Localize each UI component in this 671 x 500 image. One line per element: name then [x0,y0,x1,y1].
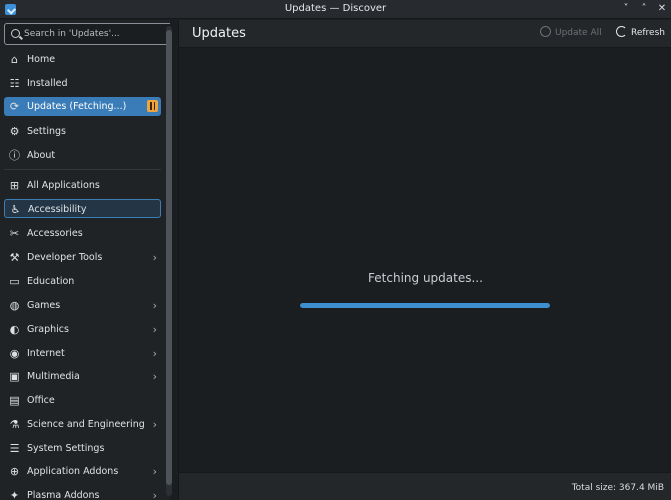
main-panel: Updates Update All Refresh Fetching upda… [178,20,671,500]
sidebar-item-label: Multimedia [27,371,80,382]
sidebar-item-updates[interactable]: ⟳ Updates (Fetching...) [4,97,161,116]
search-placeholder: Search in 'Updates'... [24,29,120,39]
application-addons-icon: ⊕ [9,465,20,478]
education-icon: ▭ [9,275,20,288]
fetching-status-text: Fetching updates... [368,271,483,285]
sidebar-item-label: About [27,150,56,161]
update-all-label: Update All [555,28,602,38]
sidebar-item-label: Internet [27,348,65,359]
title-bar: Updates — Discover ˅ ˄ ✕ [0,0,671,19]
page-footer: Total size: 367.4 MiB [179,472,671,500]
minimize-button[interactable]: ˅ [618,1,634,17]
sidebar-item-about[interactable]: ⓘ About [4,146,161,165]
sidebar-scrollbar[interactable] [166,26,172,496]
refresh-button[interactable]: Refresh [616,26,665,42]
sidebar-item-system-settings[interactable]: ☰ System Settings [4,439,161,458]
sidebar-item-label: Application Addons [27,466,119,477]
sidebar-item-label: Education [27,276,75,287]
sidebar-item-education[interactable]: ▭ Education [4,272,161,291]
sidebar-scrollbar-thumb[interactable] [166,30,172,485]
sidebar-item-multimedia[interactable]: ▣ Multimedia › [4,367,161,386]
chevron-right-icon: › [152,489,157,500]
all-apps-icon: ⊞ [9,179,20,192]
sidebar-item-all-applications[interactable]: ⊞ All Applications [4,176,161,195]
update-all-button[interactable]: Update All [540,26,602,42]
internet-icon: ◉ [9,347,20,360]
total-size-label: Total size: 367.4 MiB [571,483,664,493]
page-header: Updates Update All Refresh [179,20,671,48]
pause-badge-icon [147,100,158,112]
sidebar-item-installed[interactable]: ☷ Installed [4,74,161,93]
page-title: Updates [192,26,246,41]
sidebar-item-label: Accessories [27,228,83,239]
sidebar-item-label: Graphics [27,324,69,335]
sidebar-divider [4,169,161,170]
chevron-right-icon: › [152,465,157,478]
fetch-progress-bar [300,303,550,308]
sidebar-item-label: Home [27,54,56,65]
sidebar-item-settings[interactable]: ⚙ Settings [4,122,161,141]
plasma-addons-icon: ✦ [9,489,20,500]
developer-tools-icon: ⚒ [9,251,20,264]
system-settings-icon: ☰ [9,442,20,455]
sidebar-item-label: Office [27,395,55,406]
sidebar-item-science-and-engineering[interactable]: ⚗ Science and Engineering › [4,415,161,434]
refresh-icon [616,26,627,37]
sidebar-item-office[interactable]: ▤ Office [4,391,161,410]
sidebar-item-accessories[interactable]: ✂ Accessories [4,224,161,243]
sidebar-item-label: Installed [27,78,68,89]
chevron-right-icon: › [152,299,157,312]
sidebar-item-label: All Applications [27,180,100,191]
sidebar-item-label: Games [27,300,61,311]
close-button[interactable]: ✕ [654,1,670,17]
sidebar-item-label: Plasma Addons [27,490,100,500]
chevron-right-icon: › [152,323,157,336]
sidebar-item-application-addons[interactable]: ⊕ Application Addons › [4,462,161,481]
sidebar-item-graphics[interactable]: ◐ Graphics › [4,320,161,339]
search-input[interactable]: Search in 'Updates'... [4,23,170,45]
sidebar-item-label: System Settings [27,443,105,454]
chevron-right-icon: › [152,347,157,360]
science-icon: ⚗ [9,418,20,431]
search-icon [11,29,20,38]
sidebar-item-label: Science and Engineering [27,419,145,430]
settings-icon: ⚙ [9,125,20,138]
maximize-button[interactable]: ˄ [636,1,652,17]
refresh-label: Refresh [631,28,665,38]
multimedia-icon: ▣ [9,370,20,383]
about-icon: ⓘ [9,149,20,162]
graphics-icon: ◐ [9,323,20,336]
office-icon: ▤ [9,394,20,407]
chevron-right-icon: › [152,370,157,383]
sidebar-item-developer-tools[interactable]: ⚒ Developer Tools › [4,248,161,267]
chevron-right-icon: › [152,418,157,431]
home-icon: ⌂ [11,53,18,66]
sidebar-item-accessibility[interactable]: ♿ Accessibility [4,199,161,218]
installed-icon: ☷ [9,77,20,90]
sidebar-item-home[interactable]: ⌂ Home [4,50,161,69]
update-all-icon [540,26,551,37]
fetch-progress-fill [300,303,550,308]
updates-icon: ⟳ [9,100,20,113]
window-title: Updates — Discover [284,3,387,14]
sidebar: Search in 'Updates'... ⌂ Home ☷ Installe… [0,20,170,500]
sidebar-item-label: Accessibility [28,204,87,215]
sidebar-item-games[interactable]: ◍ Games › [4,296,161,315]
sidebar-item-label: Developer Tools [27,252,103,263]
accessibility-icon: ♿ [10,203,21,216]
sidebar-item-plasma-addons[interactable]: ✦ Plasma Addons › [4,486,161,500]
chevron-right-icon: › [152,251,157,264]
sidebar-item-label: Settings [27,126,66,137]
sidebar-item-label: Updates (Fetching...) [27,101,127,112]
accessories-icon: ✂ [9,227,20,240]
sidebar-item-internet[interactable]: ◉ Internet › [4,344,161,363]
games-icon: ◍ [9,299,20,312]
